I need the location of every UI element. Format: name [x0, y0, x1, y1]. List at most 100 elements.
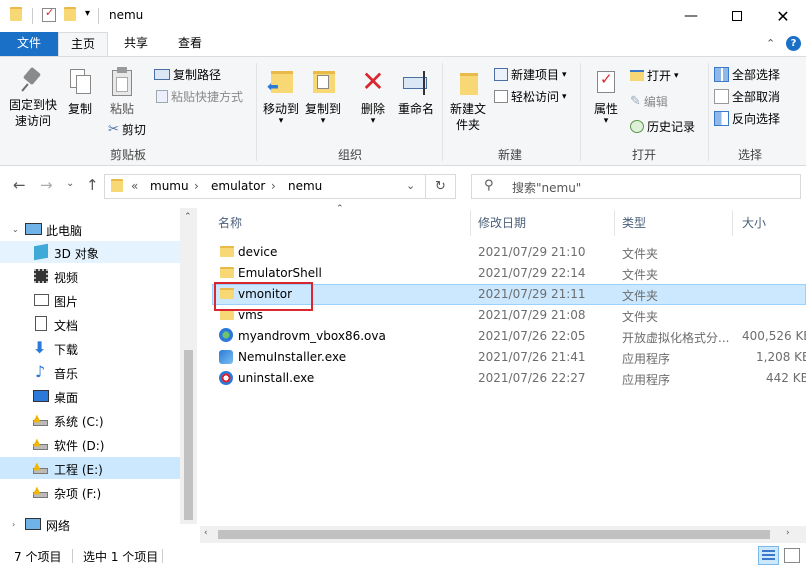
breadcrumb-mumu[interactable]: mumu [150, 179, 189, 193]
column-header-size[interactable]: 大小 [742, 214, 766, 231]
divider[interactable] [614, 210, 615, 236]
quick-access-dropdown-icon[interactable]: ▾ [85, 8, 90, 19]
nav-item-desktop[interactable]: 桌面 [0, 385, 180, 407]
back-arrow-icon[interactable]: ← [13, 176, 26, 194]
nav-item-drive-e[interactable]: ▲ 工程 (E:) [0, 457, 180, 479]
rename-button[interactable]: 重命名 [394, 67, 438, 117]
nav-item-drive-f[interactable]: ▲ 杂项 (F:) [0, 481, 180, 503]
address-bar[interactable]: « mumu › emulator › nemu ⌄ [104, 174, 426, 199]
breadcrumb-overflow[interactable]: « [131, 179, 138, 193]
paste-button[interactable]: 粘贴 [104, 67, 140, 117]
divider [72, 549, 73, 563]
help-icon[interactable]: ? [786, 36, 801, 51]
maximize-button[interactable] [714, 0, 760, 32]
expand-chevron-icon[interactable]: › [12, 520, 15, 529]
breadcrumb-separator-icon: › [271, 179, 276, 193]
file-row-nemuinstaller[interactable]: NemuInstaller.exe 2021/07/26 21:41 应用程序 … [212, 347, 806, 368]
nav-item-drive-c[interactable]: ▲ 系统 (C:) [0, 409, 180, 431]
tab-home[interactable]: 主页 [58, 32, 108, 56]
copy-button[interactable]: 复制 [64, 67, 96, 117]
select-group-label: 选择 [737, 148, 762, 162]
divider [98, 8, 99, 24]
tab-view[interactable]: 查看 [164, 32, 216, 56]
nav-item-pictures[interactable]: 图片 [0, 289, 180, 311]
nav-item-music[interactable]: ♪ 音乐 [0, 361, 180, 383]
minimize-button[interactable]: — [668, 0, 714, 32]
properties-checkmark-icon[interactable]: ✓ [42, 6, 56, 22]
refresh-button[interactable]: ↻ [426, 174, 456, 199]
new-item-button[interactable]: 新建项目 ▾ [494, 66, 567, 83]
drive-warning-icon: ▲ [33, 413, 49, 427]
select-all-button[interactable]: 全部选择 [714, 66, 780, 83]
properties-button[interactable]: ✓ 属性 ▾ [586, 67, 626, 126]
address-dropdown-icon[interactable]: ⌄ [406, 179, 415, 192]
copy-icon [68, 67, 92, 97]
pc-icon [25, 223, 42, 235]
column-header-type[interactable]: 类型 [622, 214, 646, 231]
nav-item-3d-objects[interactable]: 3D 对象 [0, 241, 180, 263]
column-header-name[interactable]: 名称 [218, 214, 242, 231]
tab-share[interactable]: 共享 [110, 32, 162, 56]
file-row-ova[interactable]: myandrovm_vbox86.ova 2021/07/26 22:05 开放… [212, 326, 806, 347]
file-list-scrollbar[interactable]: ‹ › [200, 526, 806, 543]
music-icon: ♪ [35, 362, 46, 381]
select-none-button[interactable]: 全部取消 [714, 88, 780, 105]
copy-path-button[interactable]: 复制路径 [154, 66, 221, 83]
paste-shortcut-button[interactable]: 粘贴快捷方式 [156, 88, 243, 105]
nav-item-network[interactable]: › 网络 [0, 513, 180, 535]
breadcrumb-emulator[interactable]: emulator [211, 179, 265, 193]
invert-selection-button[interactable]: 反向选择 [714, 110, 780, 127]
recent-locations-dropdown-icon[interactable]: ⌄ [66, 178, 74, 189]
move-to-button[interactable]: ⬅ 移动到 ▾ [262, 67, 300, 126]
selected-count: 选中 1 个项目 [83, 550, 159, 564]
nav-item-downloads[interactable]: ⬇ 下载 [0, 337, 180, 359]
properties-icon: ✓ [594, 67, 618, 97]
file-row-uninstall[interactable]: uninstall.exe 2021/07/26 22:27 应用程序 442 … [212, 368, 806, 389]
folder-icon [220, 267, 234, 281]
history-button[interactable]: 历史记录 [630, 118, 695, 135]
scrollbar-thumb[interactable] [218, 530, 770, 539]
nav-item-drive-d[interactable]: ▲ 软件 (D:) [0, 433, 180, 455]
scrollbar-thumb[interactable] [184, 350, 193, 520]
expand-chevron-icon[interactable]: ⌄ [12, 225, 19, 234]
scroll-up-icon[interactable]: ⌃ [184, 212, 192, 222]
open-dropdown-icon: ▾ [674, 70, 679, 81]
divider[interactable] [470, 210, 471, 236]
large-icons-view-icon[interactable] [784, 548, 800, 563]
cut-button[interactable]: ✂ 剪切 [108, 121, 146, 138]
pin-icon [21, 66, 44, 93]
tab-file[interactable]: 文件 [0, 32, 58, 56]
copy-path-icon [154, 69, 170, 80]
breadcrumb-nemu[interactable]: nemu [288, 179, 322, 193]
file-row-emulatorshell[interactable]: EmulatorShell 2021/07/29 22:14 文件夹 [212, 263, 806, 284]
file-row-device[interactable]: device 2021/07/29 21:10 文件夹 [212, 242, 806, 263]
search-input[interactable]: ⚲ 搜索"nemu" [471, 174, 801, 199]
new-folder-button[interactable]: 新建文件夹 [448, 67, 488, 133]
easy-access-button[interactable]: 轻松访问 ▾ [494, 88, 567, 105]
divider [708, 63, 709, 161]
scroll-right-icon[interactable]: › [786, 528, 790, 538]
up-arrow-icon[interactable]: ↑ [86, 176, 99, 194]
divider [32, 8, 33, 24]
divider[interactable] [732, 210, 733, 236]
divider [162, 549, 163, 563]
close-button[interactable]: ✕ [760, 0, 806, 32]
open-button[interactable]: 打开 ▾ [630, 67, 679, 84]
delete-button[interactable]: ✕ 删除 ▾ [356, 67, 390, 126]
pin-quick-access-button[interactable]: 固定到快速访问 [4, 66, 62, 129]
copy-to-button[interactable]: 复制到 ▾ [304, 67, 342, 126]
column-header-date[interactable]: 修改日期 [478, 214, 526, 231]
copy-label: 复制 [67, 102, 92, 116]
scroll-left-icon[interactable]: ‹ [204, 528, 208, 538]
forward-arrow-icon[interactable]: → [40, 176, 53, 194]
window-title: nemu [109, 8, 144, 22]
nav-item-documents[interactable]: 文档 [0, 313, 180, 335]
collapse-ribbon-icon[interactable]: ⌃ [766, 37, 775, 50]
edit-button[interactable]: ✎ 编辑 [630, 93, 668, 110]
nav-item-videos[interactable]: 视频 [0, 265, 180, 287]
nav-item-this-pc[interactable]: ⌄ 此电脑 [0, 218, 180, 240]
new-folder-quick-icon[interactable] [64, 7, 76, 24]
details-view-icon[interactable] [758, 546, 779, 565]
highlight-box [214, 282, 313, 311]
nav-scrollbar[interactable]: ⌃ [180, 208, 197, 524]
